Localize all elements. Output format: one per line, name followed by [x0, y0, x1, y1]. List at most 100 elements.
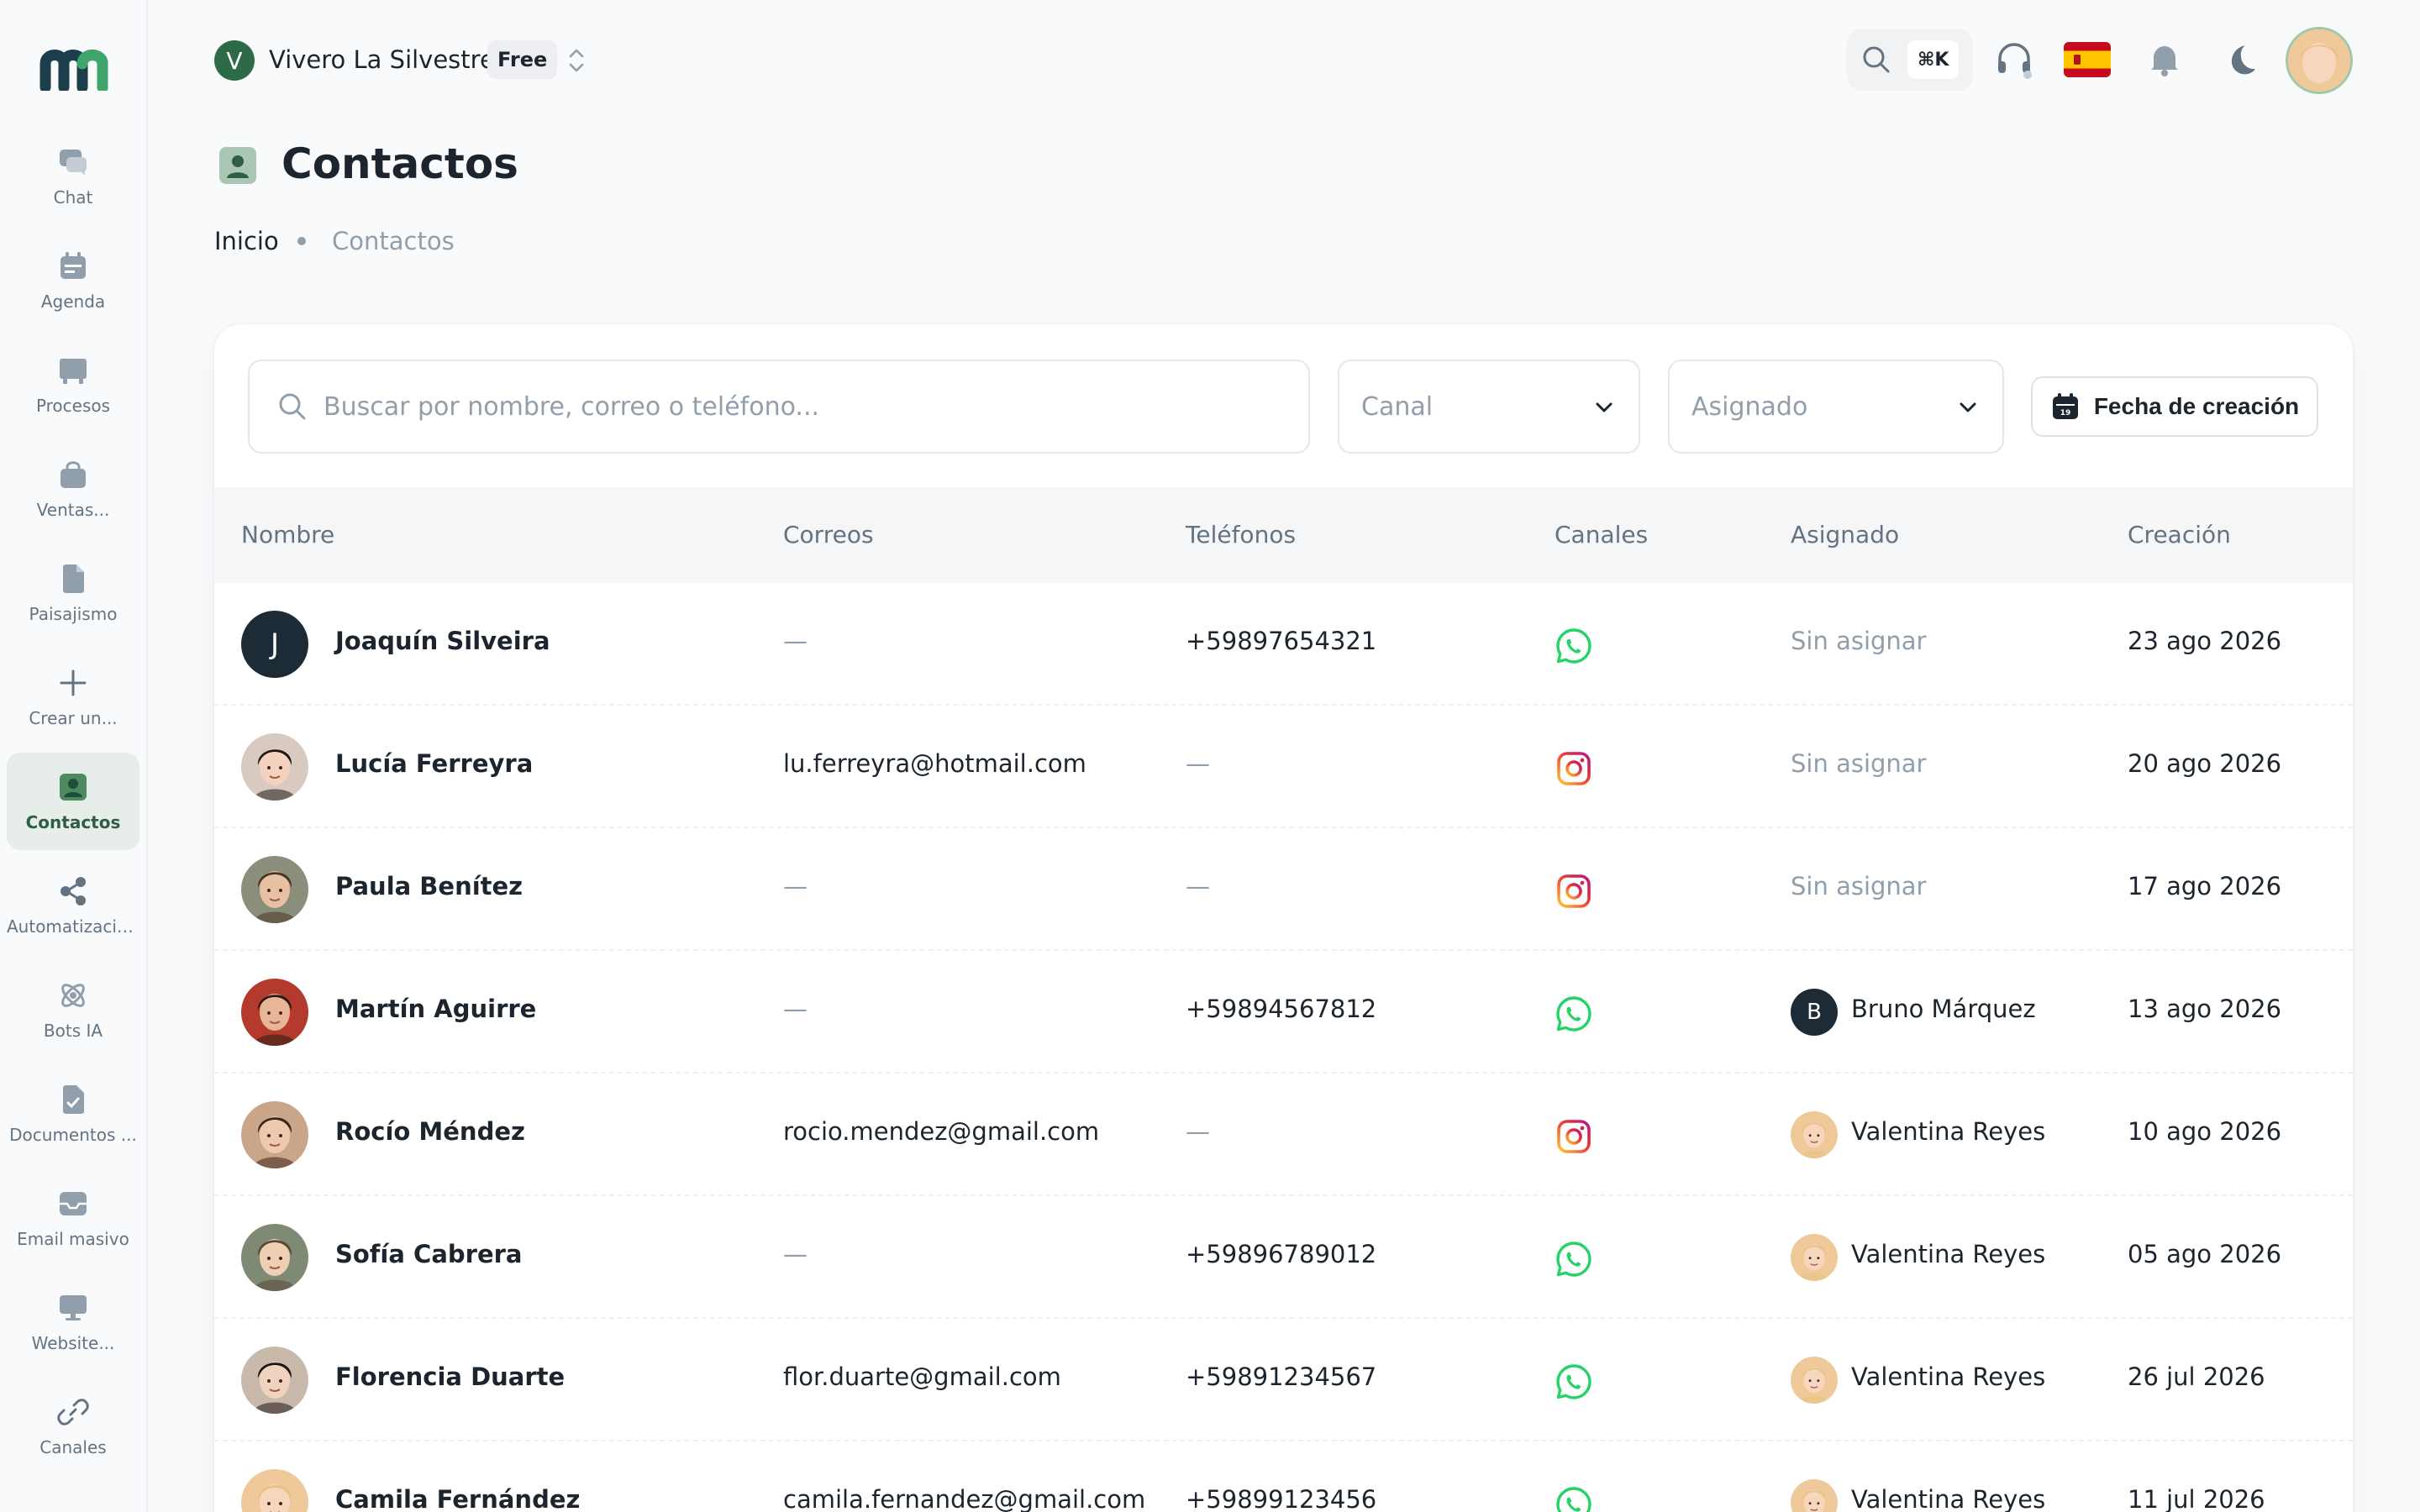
sidebar-item-canales[interactable]: Canales	[7, 1378, 139, 1475]
whatsapp-icon	[1555, 1485, 1593, 1512]
chevron-up-down-icon[interactable]	[561, 44, 592, 77]
assignee-avatar: B	[1791, 989, 1838, 1036]
assignee-name: Valentina Reyes	[1851, 1240, 2046, 1268]
column-header-channels[interactable]: Canales	[1555, 521, 1648, 549]
assignee-name: Sin asignar	[1791, 627, 1927, 655]
contact-name[interactable]: Martín Aguirre	[335, 995, 536, 1023]
language-flag-es-icon[interactable]	[2064, 42, 2111, 77]
creation-date: 26 jul 2026	[2128, 1362, 2265, 1391]
contact-phone: +59894567812	[1186, 995, 1377, 1023]
table-row[interactable]: Rocío Méndez rocio.mendez@gmail.com — Valen…	[214, 1074, 2353, 1196]
creation-date: 10 ago 2026	[2128, 1117, 2282, 1146]
contact-phone: +59896789012	[1186, 1240, 1377, 1268]
canal-select[interactable]: Canal	[1338, 360, 1640, 454]
search-input[interactable]: Buscar por nombre, correo o teléfono...	[248, 360, 1310, 454]
sidebar-item-chat[interactable]: Chat	[7, 128, 139, 225]
table-row[interactable]: Camila Fernández camila.fernandez@gmail.c…	[214, 1441, 2353, 1512]
column-header-created[interactable]: Creación	[2128, 521, 2231, 549]
workspace-avatar[interactable]: V	[214, 40, 255, 81]
contact-phone: +59897654321	[1186, 627, 1377, 655]
search-placeholder: Buscar por nombre, correo o teléfono...	[324, 391, 820, 422]
creation-date: 13 ago 2026	[2128, 995, 2282, 1023]
table-row[interactable]: Martín Aguirre — +59894567812 B Bruno Márque…	[214, 951, 2353, 1074]
sidebar-item-ventas[interactable]: Ventas...	[7, 440, 139, 538]
creation-date-filter-button[interactable]: 19 Fecha de creación	[2031, 376, 2318, 437]
instagram-icon	[1555, 1117, 1593, 1156]
plan-badge: Free	[487, 40, 558, 79]
contact-icon	[56, 770, 90, 804]
breadcrumb-home[interactable]: Inicio	[214, 227, 279, 255]
column-header-phones[interactable]: Teléfonos	[1186, 521, 1296, 549]
contact-avatar	[241, 1101, 308, 1168]
table-row[interactable]: Paula Benítez — — Sin asignar 17 ago 2026	[214, 828, 2353, 951]
global-search-button[interactable]: ⌘K	[1847, 29, 1973, 91]
contact-phone: +59899123456	[1186, 1485, 1377, 1512]
instagram-icon	[1555, 872, 1593, 911]
table-row[interactable]: J Joaquín Silveira — +59897654321 Sin asigna…	[214, 583, 2353, 706]
contact-email: —	[783, 627, 808, 655]
user-avatar[interactable]	[2286, 27, 2353, 94]
bell-icon[interactable]	[2144, 39, 2186, 81]
sidebar-item-paisajismo[interactable]: Paisajismo	[7, 544, 139, 642]
column-header-name[interactable]: Nombre	[241, 521, 334, 549]
contact-name[interactable]: Florencia Duarte	[335, 1362, 565, 1391]
assignee-name: Sin asignar	[1791, 749, 1927, 778]
whatsapp-icon	[1555, 627, 1593, 665]
link-icon	[56, 1395, 90, 1429]
search-icon	[279, 393, 306, 420]
contact-avatar	[241, 1224, 308, 1291]
column-header-emails[interactable]: Correos	[783, 521, 874, 549]
contact-name[interactable]: Camila Fernández	[335, 1485, 580, 1512]
sidebar-item-label: Crear un...	[29, 708, 118, 728]
shopping-bag-icon	[56, 458, 90, 491]
contact-email: flor.duarte@gmail.com	[783, 1362, 1061, 1391]
headset-icon[interactable]	[1993, 39, 2035, 81]
creation-date: 20 ago 2026	[2128, 749, 2282, 778]
plus-icon	[56, 666, 90, 700]
table-row[interactable]: Lucía Ferreyra lu.ferreyra@hotmail.com — Si…	[214, 706, 2353, 828]
contact-name[interactable]: Sofía Cabrera	[335, 1240, 522, 1268]
table-row[interactable]: Florencia Duarte flor.duarte@gmail.com +59…	[214, 1319, 2353, 1441]
sidebar-item-website[interactable]: Website...	[7, 1273, 139, 1371]
asignado-select[interactable]: Asignado	[1668, 360, 2004, 454]
page-title: Contactos	[281, 139, 518, 188]
instagram-icon	[1555, 749, 1593, 788]
sidebar-item-label: Paisajismo	[29, 604, 118, 624]
sidebar-item-bots-ia[interactable]: Bots IA	[7, 961, 139, 1058]
sidebar-item-contactos[interactable]: Contactos	[7, 753, 139, 850]
sidebar-item-agenda[interactable]: Agenda	[7, 232, 139, 329]
contact-phone: —	[1186, 749, 1210, 778]
sidebar-item-automatizaciones[interactable]: Automatizaciones	[7, 857, 139, 954]
contact-avatar	[241, 1469, 308, 1512]
assignee-name: Valentina Reyes	[1851, 1485, 2046, 1512]
contact-name[interactable]: Joaquín Silveira	[335, 627, 550, 655]
sidebar-item-crear-un[interactable]: Crear un...	[7, 648, 139, 746]
contact-email: rocio.mendez@gmail.com	[783, 1117, 1100, 1146]
assignee-name: Bruno Márquez	[1851, 995, 2036, 1023]
contact-card-icon	[219, 147, 256, 184]
contact-avatar	[241, 1347, 308, 1414]
whatsapp-icon	[1555, 995, 1593, 1033]
sidebar-item-label: Ventas...	[36, 500, 110, 520]
contact-name[interactable]: Paula Benítez	[335, 872, 523, 900]
table-row[interactable]: Sofía Cabrera — +59896789012 Valentina Reye…	[214, 1196, 2353, 1319]
search-icon	[1863, 46, 1890, 73]
sidebar-item-documentos[interactable]: Documentos ...	[7, 1065, 139, 1163]
sidebar-item-label: Procesos	[35, 396, 111, 416]
sidebar-item-procesos[interactable]: Procesos	[7, 336, 139, 433]
file-check-icon	[56, 1083, 90, 1116]
moon-icon[interactable]	[2220, 39, 2262, 81]
calendar-icon	[56, 249, 90, 283]
contact-phone: —	[1186, 872, 1210, 900]
contact-name[interactable]: Rocío Méndez	[335, 1117, 525, 1146]
assignee-avatar	[1791, 1111, 1838, 1158]
creation-date: 17 ago 2026	[2128, 872, 2282, 900]
contact-name[interactable]: Lucía Ferreyra	[335, 749, 533, 778]
sidebar-item-email-masivo[interactable]: Email masivo	[7, 1169, 139, 1267]
calendar-icon: 19	[2052, 393, 2078, 419]
breadcrumb-separator	[297, 237, 306, 245]
column-header-assigned[interactable]: Asignado	[1791, 521, 1899, 549]
brand-logo[interactable]	[39, 44, 109, 91]
breadcrumb-current: Contactos	[332, 227, 455, 255]
workspace-name[interactable]: Vivero La Silvestre	[269, 45, 495, 74]
